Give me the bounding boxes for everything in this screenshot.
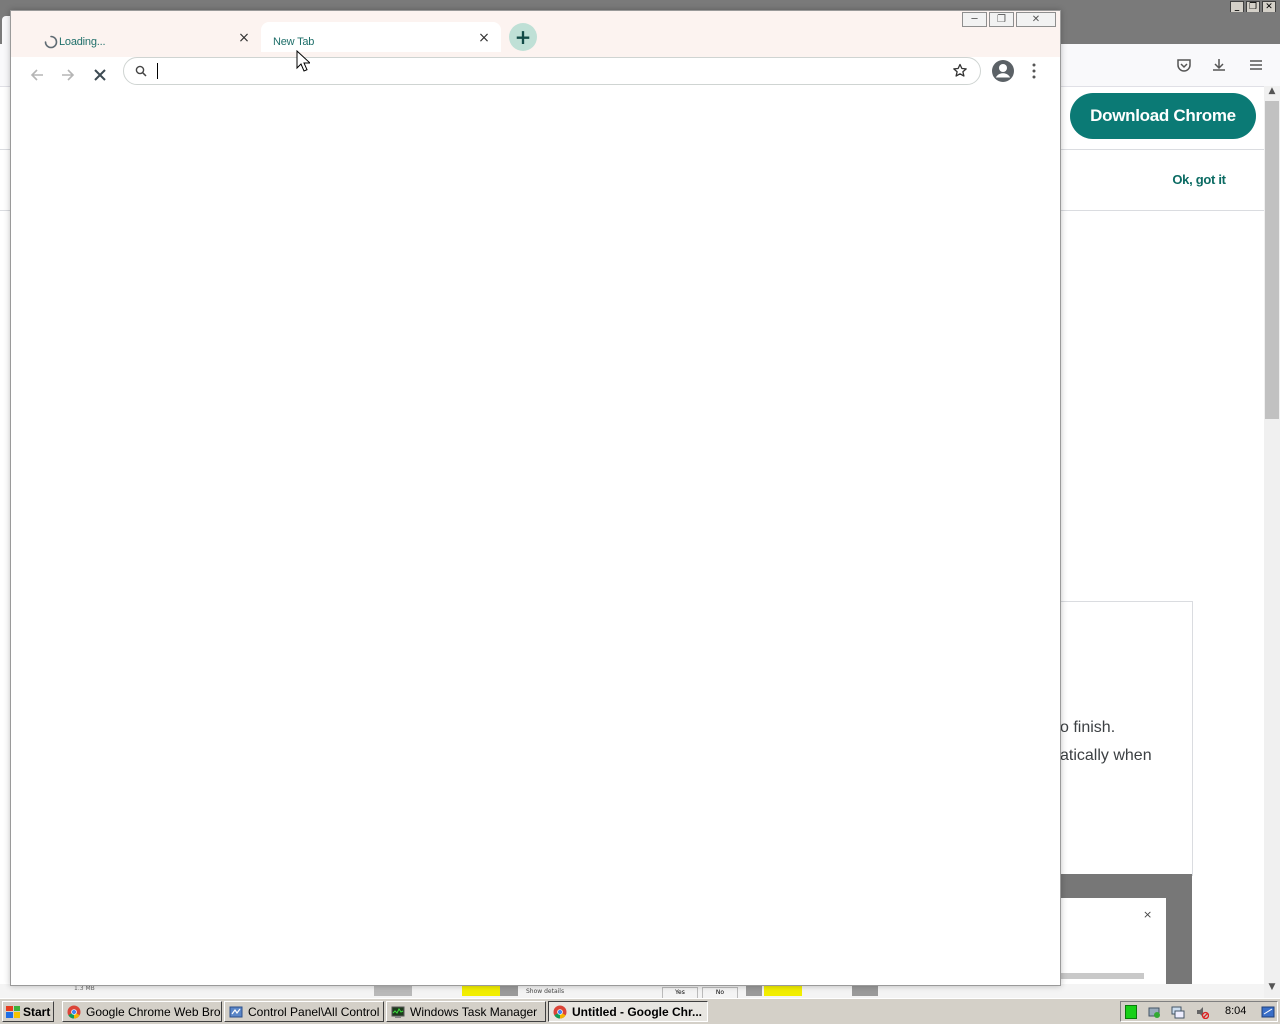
file-size-text: 1.3 MB (74, 985, 95, 992)
chrome-window-controls: ─ ❐ ✕ (962, 12, 1056, 27)
strip-block (374, 986, 412, 996)
tab-close-icon[interactable]: × (237, 31, 251, 45)
card-text-line: o finish. (1060, 719, 1116, 736)
task-label: Google Chrome Web Bro... (86, 1004, 222, 1019)
show-details-text: Show details (526, 988, 565, 995)
chrome-window: ─ ❐ ✕ Loading... × New Tab × + (10, 10, 1061, 986)
scroll-down-icon[interactable]: ▼ (1264, 982, 1280, 996)
chrome-page-content (11, 91, 1060, 985)
forward-button[interactable] (57, 64, 79, 86)
loading-spinner-icon (44, 35, 58, 49)
restore-button[interactable]: ❐ (989, 12, 1014, 27)
chrome-tabstrip: ─ ❐ ✕ Loading... × New Tab × + (11, 11, 1060, 57)
downloads-icon[interactable] (1208, 54, 1230, 76)
back-button[interactable] (26, 64, 48, 86)
system-tray: 8:04 (1120, 1001, 1278, 1022)
mouse-cursor-icon (296, 50, 310, 72)
update-icon[interactable] (1147, 1005, 1161, 1019)
close-window-button[interactable]: ✕ (1016, 12, 1056, 27)
volume-muted-icon[interactable] (1195, 1005, 1209, 1019)
back-arrow-icon (30, 69, 43, 81)
start-label: Start (23, 1004, 51, 1019)
taskbar-item-untitled-chrome[interactable]: Untitled - Google Chr... (548, 1001, 708, 1022)
strip-block (852, 986, 878, 996)
taskbar-item-control-panel[interactable]: Control Panel\All Control ... (224, 1001, 384, 1022)
strip-block (746, 986, 762, 996)
minimize-button[interactable]: ─ (962, 12, 987, 27)
forward-arrow-icon (62, 69, 75, 81)
stop-loading-button[interactable] (89, 64, 111, 86)
tab-title: New Tab (273, 36, 315, 48)
dialog-close-icon[interactable]: × (1143, 908, 1152, 921)
network-status-icon[interactable] (1125, 1005, 1137, 1019)
strip-block (500, 986, 518, 996)
strip-block (764, 986, 802, 996)
text-caret (157, 63, 158, 79)
task-manager-icon (391, 1006, 405, 1018)
tab-loading[interactable]: Loading... × (21, 22, 261, 52)
background-bottom-strip (0, 984, 1264, 998)
chrome-logo-icon (67, 1005, 81, 1018)
tab-new-tab[interactable]: New Tab × (261, 22, 501, 52)
windows-logo-icon (6, 1005, 20, 1018)
tab-title: Loading... (59, 36, 106, 48)
card-text-line: atically when (1060, 747, 1152, 764)
taskbar-item-chrome-web-browser[interactable]: Google Chrome Web Bro... (62, 1001, 222, 1022)
new-tab-button[interactable]: + (509, 23, 537, 51)
clock: 8:04 (1225, 1005, 1247, 1017)
tab-close-icon[interactable]: × (477, 31, 491, 45)
bookmark-star-icon[interactable] (951, 62, 969, 80)
taskbar: Start Google Chrome Web Bro... Control P… (0, 998, 1280, 1024)
strip-block (462, 986, 500, 996)
scrollbar-thumb[interactable] (1265, 101, 1279, 419)
keyboard-layout-icon[interactable] (1261, 1005, 1275, 1019)
pocket-icon[interactable] (1173, 54, 1195, 76)
task-label: Control Panel\All Control ... (248, 1004, 384, 1019)
stop-x-icon (94, 69, 106, 81)
download-chrome-button[interactable]: Download Chrome (1070, 93, 1256, 139)
background-card (1040, 601, 1193, 876)
address-input[interactable] (154, 62, 934, 80)
computer-icon[interactable] (1171, 1005, 1185, 1019)
profile-avatar-icon[interactable] (991, 59, 1015, 83)
chrome-logo-icon (553, 1005, 567, 1018)
omnibox[interactable] (123, 57, 981, 85)
kebab-menu-icon[interactable] (1027, 61, 1041, 81)
control-panel-icon (229, 1006, 243, 1017)
taskbar-item-task-manager[interactable]: Windows Task Manager (386, 1001, 546, 1022)
search-icon (135, 65, 147, 77)
dialog-progress-bar (1060, 973, 1144, 979)
scroll-up-icon[interactable]: ▲ (1264, 86, 1280, 100)
ok-got-it-link[interactable]: Ok, got it (1160, 172, 1238, 187)
start-button[interactable]: Start (2, 1001, 54, 1022)
hamburger-menu-icon[interactable] (1245, 54, 1267, 76)
task-label: Untitled - Google Chr... (572, 1004, 702, 1019)
task-label: Windows Task Manager (410, 1004, 538, 1019)
